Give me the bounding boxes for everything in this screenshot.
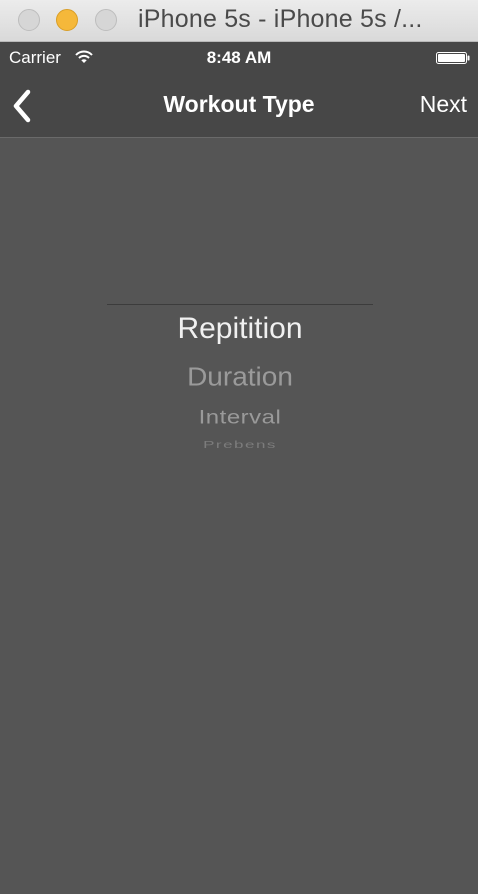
close-window-button[interactable] xyxy=(18,9,40,31)
battery-icon xyxy=(436,52,470,64)
window-title-bar: iPhone 5s - iPhone 5s /... xyxy=(0,0,478,42)
page-title: Workout Type xyxy=(163,91,315,117)
picker-option-duration[interactable]: Duration xyxy=(107,362,373,391)
simulator-window: iPhone 5s - iPhone 5s /... Carrier 8:48 … xyxy=(0,0,478,894)
window-title: iPhone 5s - iPhone 5s /... xyxy=(138,5,423,33)
picker-divider xyxy=(107,304,373,305)
picker-option-repitition[interactable]: Repitition xyxy=(107,312,373,346)
status-bar: Carrier 8:48 AM xyxy=(0,42,478,72)
status-time: 8:48 AM xyxy=(206,48,272,67)
picker-option-prebens[interactable]: Prebens xyxy=(107,439,373,451)
zoom-window-button[interactable] xyxy=(95,9,117,31)
picker-option-interval[interactable]: Interval xyxy=(107,407,373,430)
next-button[interactable]: Next xyxy=(420,91,467,118)
minimize-window-button[interactable] xyxy=(56,9,78,31)
navigation-bar: Workout Type Next xyxy=(0,72,478,138)
workout-type-picker[interactable]: Repitition Duration Interval Prebens xyxy=(107,304,373,464)
main-content: Repitition Duration Interval Prebens xyxy=(0,138,478,894)
